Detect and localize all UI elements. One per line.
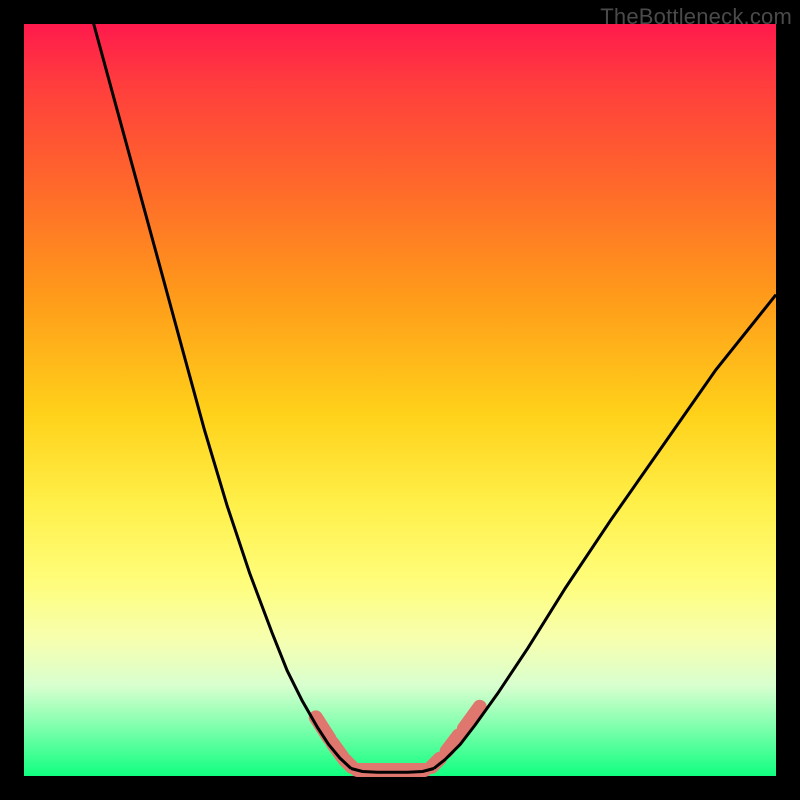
chart-svg <box>24 24 776 776</box>
right-cap-upper <box>464 707 480 729</box>
right-curve <box>434 295 776 769</box>
left-curve <box>92 17 351 769</box>
outer-frame: TheBottleneck.com <box>0 0 800 800</box>
